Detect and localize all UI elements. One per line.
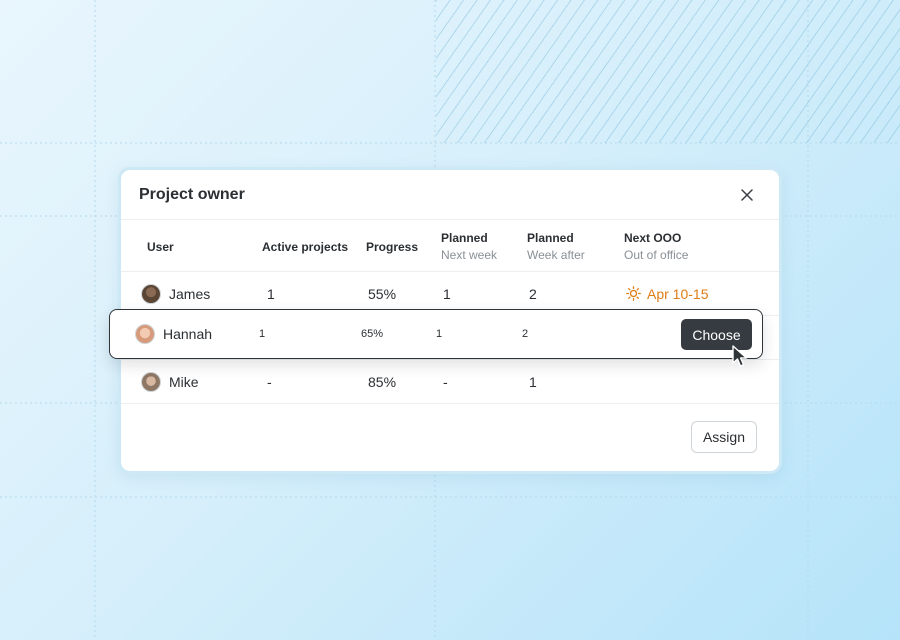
avatar	[141, 283, 161, 304]
next-week-value: -	[443, 373, 448, 390]
column-planned-next-week: Planned Next week	[441, 231, 497, 262]
column-user: User	[147, 240, 174, 254]
active-projects-value: -	[267, 373, 272, 390]
progress-value: 85%	[368, 373, 397, 390]
close-icon	[741, 188, 753, 201]
user-cell: Mike	[141, 371, 199, 392]
week-after-value: 2	[522, 328, 529, 340]
user-name: James	[169, 285, 211, 302]
column-progress: Progress	[366, 240, 419, 254]
assign-button[interactable]: Assign	[690, 421, 757, 453]
week-after-value: 1	[529, 373, 537, 390]
active-projects-value: 1	[259, 328, 266, 340]
next-week-value: 1	[443, 285, 451, 302]
ooo-date: Apr 10-15	[647, 285, 709, 302]
table-header: User Active projects Progress Planned Ne…	[121, 220, 779, 272]
avatar	[141, 371, 161, 392]
table-row-hannah-selected[interactable]: Hannah 1 65% 1 2 Choose	[109, 309, 763, 359]
sun-icon	[626, 286, 641, 301]
column-next-ooo: Next OOO Out of office	[624, 231, 688, 262]
close-button[interactable]	[737, 185, 757, 205]
mouse-pointer-icon	[732, 345, 748, 367]
column-planned-week-after: Planned Week after	[527, 231, 585, 262]
column-ooo-label: Next OOO	[624, 231, 682, 245]
table-row-mike[interactable]: Mike - 85% - 1	[121, 360, 779, 404]
column-planned-sub: Week after	[527, 248, 585, 262]
column-planned-label: Planned	[441, 231, 488, 245]
dialog-footer: Assign	[690, 421, 757, 453]
column-ooo-sub: Out of office	[624, 248, 689, 262]
active-projects-value: 1	[267, 285, 275, 302]
progress-value: 65%	[361, 328, 384, 340]
user-cell: James	[141, 283, 211, 304]
dialog-title: Project owner	[139, 185, 245, 203]
column-planned-label: Planned	[527, 231, 574, 245]
user-cell: Hannah	[135, 324, 212, 344]
week-after-value: 2	[529, 285, 537, 302]
column-planned-sub: Next week	[441, 248, 498, 262]
progress-value: 55%	[368, 285, 397, 302]
next-week-value: 1	[436, 328, 443, 340]
user-name: Mike	[169, 373, 199, 390]
avatar	[135, 324, 155, 344]
ooo-value: Apr 10-15	[626, 286, 708, 302]
user-name: Hannah	[163, 326, 213, 342]
background-hatch	[436, 0, 900, 143]
column-active-projects: Active projects	[262, 240, 349, 254]
dialog-header: Project owner	[121, 170, 779, 220]
